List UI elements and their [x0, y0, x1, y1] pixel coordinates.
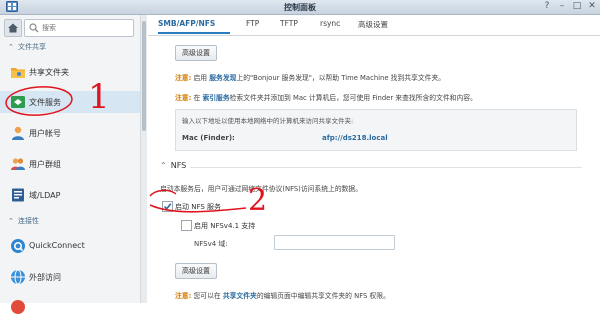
sidebar-item-label: 域/LDAP — [29, 191, 61, 200]
sidebar-item-label: 用户群组 — [29, 160, 61, 169]
indexing-service-link[interactable]: 索引服务 — [202, 94, 229, 102]
section-label: 文件共享 — [18, 43, 46, 51]
active-tab-indicator — [158, 32, 230, 34]
sidebar-item-external-access[interactable]: 外部访问 — [0, 266, 140, 288]
external-access-icon — [11, 269, 25, 285]
note-prefix: 注意: — [175, 292, 192, 300]
nfs-section-header[interactable]: ⌃ NFS — [160, 161, 186, 170]
sidebar-item-label: 用户帐号 — [29, 129, 61, 138]
chevron-up-icon: ⌃ — [8, 217, 14, 225]
sidebar-item-file-services[interactable]: 文件服务 — [0, 91, 140, 113]
sidebar: ⌃ 文件共享 共享文件夹 文件服务 用户帐号 用户群组 — [0, 15, 141, 314]
section-divider — [190, 167, 582, 168]
afp-note-indexing: 注意: 在 索引服务检索文件夹并添加到 Mac 计算机后，您可使用 Finder… — [175, 92, 477, 102]
search-box[interactable] — [24, 19, 134, 37]
maximize-button[interactable]: □ — [570, 1, 584, 12]
afp-address-hint: 输入以下地址以使用本地网络中的计算机来访问共享文件夹: — [182, 117, 354, 125]
search-icon — [29, 23, 39, 33]
title-bar[interactable]: 控制面板 ? – □ ✕ — [0, 0, 600, 15]
mac-finder-label: Mac (Finder): — [182, 134, 235, 142]
group-icon — [11, 158, 25, 170]
sidebar-item-label: 文件服务 — [29, 98, 61, 107]
note-text: 检索文件夹并添加到 Mac 计算机后，您可使用 Finder 来查找所含的文件和… — [229, 94, 477, 102]
afp-note-bonjour: 注意: 启用 服务发现上的"Bonjour 服务发现"，以帮助 Time Mac… — [175, 72, 445, 82]
file-services-icon — [11, 96, 25, 108]
sidebar-item-quickconnect[interactable]: QuickConnect — [0, 235, 140, 257]
sidebar-item-label: 共享文件夹 — [29, 68, 69, 77]
scrollbar-thumb[interactable] — [142, 21, 146, 131]
afp-advanced-settings-button[interactable]: 高级设置 — [175, 45, 217, 61]
network-icon — [11, 300, 25, 314]
nfsv4-domain-input[interactable] — [274, 235, 395, 250]
service-discovery-link[interactable]: 服务发现 — [209, 74, 236, 82]
chevron-up-icon: ⌃ — [8, 43, 14, 51]
tab-ftp[interactable]: FTP — [246, 19, 259, 28]
nfs-note-permissions: 注意: 您可以在 共享文件夹的编辑页面中编辑共享文件夹的 NFS 权限。 — [175, 290, 390, 300]
search-input[interactable] — [42, 21, 128, 34]
section-file-sharing[interactable]: ⌃ 文件共享 — [8, 42, 46, 52]
sidebar-item-group[interactable]: 用户群组 — [0, 153, 140, 175]
domain-ldap-icon — [12, 188, 24, 202]
home-icon — [8, 23, 18, 33]
enable-nfsv41-checkbox[interactable] — [181, 220, 192, 231]
help-button[interactable]: ? — [540, 1, 554, 12]
afp-address-box: 输入以下地址以使用本地网络中的计算机来访问共享文件夹: Mac (Finder)… — [175, 109, 577, 151]
note-text: 启用 — [193, 74, 208, 82]
chevron-up-icon: ⌃ — [160, 161, 167, 170]
annotation-step-1: 1 — [88, 77, 110, 117]
section-connectivity[interactable]: ⌃ 连接性 — [8, 216, 39, 226]
sidebar-item-domain-ldap[interactable]: 域/LDAP — [0, 184, 140, 206]
window-title: 控制面板 — [284, 3, 316, 12]
shared-folder-link[interactable]: 共享文件夹 — [223, 292, 257, 300]
note-text: 在 — [193, 94, 201, 102]
nfs-heading: NFS — [170, 161, 187, 170]
tab-rsync[interactable]: rsync — [320, 19, 340, 28]
sidebar-scrollbar[interactable] — [141, 15, 147, 303]
sidebar-item-shared-folder[interactable]: 共享文件夹 — [0, 61, 140, 83]
nfs-advanced-settings-button[interactable]: 高级设置 — [175, 263, 217, 279]
mac-finder-address: afp://ds218.local — [322, 134, 388, 142]
close-button[interactable]: ✕ — [585, 1, 599, 12]
tab-advanced[interactable]: 高级设置 — [358, 19, 388, 30]
nfsv4-domain-label: NFSv4 域: — [194, 240, 228, 248]
tab-tftp[interactable]: TFTP — [280, 19, 298, 28]
user-icon — [12, 126, 24, 140]
quickconnect-icon — [11, 239, 25, 253]
enable-nfsv41-label[interactable]: 启用 NFSv4.1 支持 — [194, 221, 255, 231]
note-text: 您可以在 — [193, 292, 221, 300]
note-text: 上的"Bonjour 服务发现"，以帮助 Time Machine 找到共享文件… — [236, 74, 446, 82]
note-text: 的编辑页面中编辑共享文件夹的 NFS 权限。 — [256, 292, 390, 300]
tab-smb-afp-nfs[interactable]: SMB/AFP/NFS — [158, 19, 215, 28]
enable-nfs-checkbox[interactable] — [162, 201, 173, 212]
shared-folder-icon — [11, 68, 25, 78]
enable-nfs-label[interactable]: 启动 NFS 服务 — [175, 202, 221, 212]
note-prefix: 注意: — [175, 94, 192, 102]
sidebar-item-user[interactable]: 用户帐号 — [0, 122, 140, 144]
minimize-button[interactable]: – — [555, 1, 569, 12]
checkmark-icon — [163, 203, 172, 211]
note-prefix: 注意: — [175, 74, 192, 82]
sidebar-item-label: 外部访问 — [29, 273, 61, 282]
main-content: 高级设置 注意: 启用 服务发现上的"Bonjour 服务发现"，以帮助 Tim… — [148, 36, 594, 303]
sidebar-item-network[interactable] — [0, 296, 140, 318]
section-label: 连接性 — [18, 217, 39, 225]
annotation-step-2: 2 — [248, 183, 268, 218]
sidebar-item-label: QuickConnect — [29, 241, 85, 250]
home-button[interactable] — [4, 19, 22, 37]
